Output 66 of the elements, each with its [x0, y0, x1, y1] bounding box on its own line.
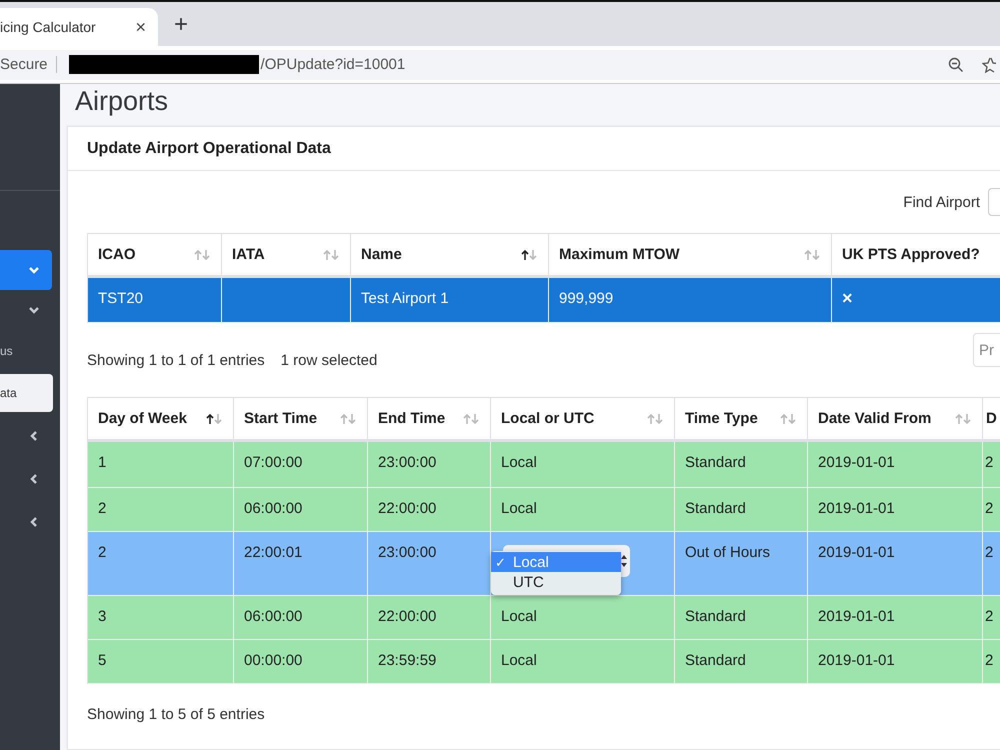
security-label: Secure: [0, 56, 57, 73]
table-cell: 23:00:00: [368, 442, 491, 488]
previous-button[interactable]: Pr: [973, 333, 1000, 367]
table-cell: 23:00:00: [368, 532, 491, 596]
table-cell[interactable]: TST20: [88, 278, 222, 323]
table-cell[interactable]: [222, 278, 351, 323]
chevron-left-icon: [28, 430, 40, 442]
table-cell: 1: [88, 442, 234, 488]
sidebar-item[interactable]: us: [0, 332, 53, 370]
table-cell: 2019-01-01: [808, 596, 983, 640]
table-cell: 23:59:59: [368, 640, 491, 684]
table-cell[interactable]: Test Airport 1: [351, 278, 549, 323]
table-cell: 22:00:00: [368, 596, 491, 640]
star-icon[interactable]: [982, 56, 996, 72]
table-cell: 2019-01-01: [808, 442, 983, 488]
zoom-out-icon[interactable]: [948, 56, 964, 72]
table-cell: 2: [88, 488, 234, 532]
table-cell: 2: [88, 532, 234, 596]
table-cell: 3: [88, 596, 234, 640]
address-bar[interactable]: Secure /OPUpdate?id=10001: [0, 50, 1000, 80]
sort-icon[interactable]: [206, 412, 223, 424]
table-cell: 2: [983, 488, 1000, 532]
table-cell: 2: [983, 640, 1000, 684]
table-cell: 5: [88, 640, 234, 684]
search-label: Find Airport: [903, 194, 980, 210]
url-text: /OPUpdate?id=10001: [260, 56, 406, 73]
table-cell: Out of Hours: [675, 532, 808, 596]
table-cell: Standard: [675, 640, 808, 684]
new-tab-button[interactable]: +: [174, 11, 188, 39]
dropdown-option[interactable]: ✓ Local: [491, 552, 621, 572]
table-cell: Standard: [675, 596, 808, 640]
sort-icon[interactable]: [521, 248, 538, 260]
chevron-down-icon: [28, 304, 40, 316]
tab-title: icing Calculator: [0, 19, 96, 35]
sidebar-item[interactable]: ata: [0, 374, 53, 412]
table-cell: 22:00:01: [234, 532, 368, 596]
table-cell: 2: [983, 596, 1000, 640]
table-cell: 06:00:00: [234, 596, 368, 640]
chevron-down-icon: [28, 264, 40, 276]
dropdown-option[interactable]: UTC: [491, 572, 621, 592]
table-cell[interactable]: 999,999: [549, 278, 832, 323]
table-cell: 22:00:00: [368, 488, 491, 532]
table-cell: Local: [491, 640, 675, 684]
table-cell: 2: [983, 442, 1000, 488]
sidebar-item[interactable]: [0, 250, 52, 290]
table-info: Showing 1 to 5 of 5 entries: [87, 706, 265, 722]
table-cell: Local: [491, 596, 675, 640]
table-cell: 06:00:00: [234, 488, 368, 532]
table-cell: 2: [983, 532, 1000, 596]
selection-info: 1 row selected: [280, 352, 378, 368]
table-cell: Local: [491, 442, 675, 488]
table-cell: Local: [491, 488, 675, 532]
table-cell: Standard: [675, 488, 808, 532]
table-cell: 2019-01-01: [808, 640, 983, 684]
table-cell: 2019-01-01: [808, 532, 983, 596]
table-cell: 00:00:00: [234, 640, 368, 684]
chevron-left-icon: [28, 516, 40, 528]
tab-close-button[interactable]: ×: [135, 16, 146, 38]
chevron-left-icon: [28, 472, 40, 484]
table-cell: Standard: [675, 442, 808, 488]
table-cell: 07:00:00: [234, 442, 368, 488]
table-cell[interactable]: ×: [832, 278, 1000, 323]
table-info: Showing 1 to 1 of 1 entries: [87, 352, 265, 368]
browser-tab[interactable]: icing Calculator ×: [0, 8, 158, 46]
card-title: Update Airport Operational Data: [87, 140, 331, 158]
table-cell: 2019-01-01: [808, 488, 983, 532]
